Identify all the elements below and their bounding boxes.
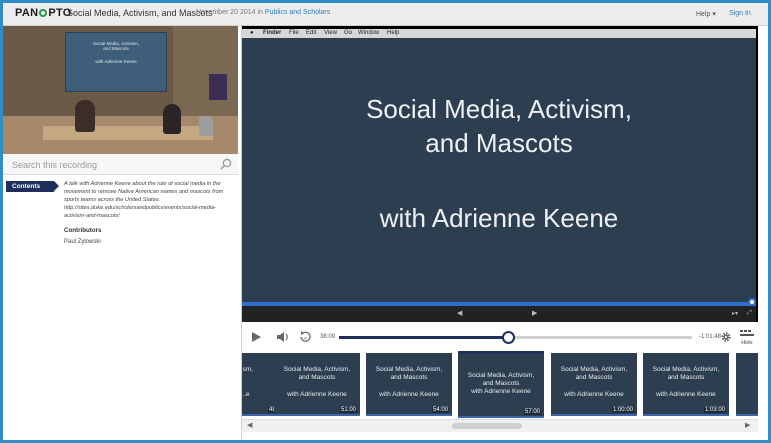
seek-bar-knob[interactable] <box>502 331 516 344</box>
menu-window: Window <box>358 30 380 36</box>
speaker-1 <box>75 100 95 132</box>
thumbnail-subtitle: with Adrienne Keene <box>656 391 716 398</box>
thumbnail-time: 57:00 <box>523 409 541 415</box>
thumbnail-title: Social Media, Activism, and Mascots <box>375 366 443 381</box>
recording-date: November 20 2014 in Publics and Scholars <box>196 9 330 16</box>
speaker-2 <box>163 104 181 134</box>
thumbnail-time: 51:00 <box>339 407 357 413</box>
thumbnail-subtitle: with Adrienne Keene <box>471 388 531 395</box>
presentation-slide: Social Media, Activism, and Mascots with … <box>242 38 756 302</box>
chair <box>199 116 213 136</box>
scroll-right-icon[interactable]: ▶ <box>745 421 750 429</box>
thumbnail-title: Social Media, Activism, and Mascots <box>467 372 535 387</box>
hide-icon <box>740 330 754 336</box>
room-wall-right <box>173 26 238 118</box>
menu-help: Help <box>387 30 400 36</box>
search-icon[interactable] <box>220 158 232 170</box>
scroll-left-icon[interactable]: ◀ <box>247 421 252 429</box>
slide-thumbnail[interactable]: Social Media, Activism, and Mascots with A… <box>643 353 729 416</box>
rewind-icon[interactable]: 10 <box>298 330 312 344</box>
thumbnail-scrollbar[interactable]: ◀ ▶ <box>242 419 758 432</box>
slide-prev-icon[interactable]: ◀ <box>457 309 462 317</box>
thumbnail-bar <box>458 416 544 418</box>
left-pane: Social Media, Activism, and Mascots with … <box>3 26 242 440</box>
volume-icon[interactable] <box>276 331 290 343</box>
gear-icon[interactable] <box>720 331 732 343</box>
slide-nav-strip <box>242 306 756 322</box>
projector-text-1: Social Media, Activism, and Mascots <box>92 41 139 51</box>
menu-go: Go <box>344 30 353 36</box>
player-controls: 10 38:09 -1:01:48 Hide <box>242 325 758 351</box>
contributor-name: Paul Zylowski <box>64 239 101 245</box>
thumbnail-bar <box>274 414 360 416</box>
thumbnail-subtitle: with Adrienne Keene <box>287 391 347 398</box>
logo-text-start: PAN <box>15 7 39 19</box>
thumbnail-time: 1:03:00 <box>703 407 726 413</box>
current-time: 38:09 <box>320 334 336 340</box>
thumbnail-subtitle: with Adrienne Keene <box>379 391 439 398</box>
thumbnail-title: Social Media, Activism, and Mascots <box>652 366 720 381</box>
slide-thumbnail[interactable]: Soci wi <box>736 353 758 416</box>
menu-edit: Edit <box>306 30 317 36</box>
slide-fullscreen-icon[interactable]: ⤢ <box>747 310 752 317</box>
tab-contents[interactable]: Contents <box>6 181 59 192</box>
projector-screen: Social Media, Activism, and Mascots with … <box>65 32 167 92</box>
seek-bar-fill <box>339 336 509 339</box>
play-icon[interactable] <box>252 332 261 342</box>
slide-thumbnail[interactable]: Social Media, Activism, and Mascots with A… <box>366 353 452 416</box>
app-window: PAN PTO Social Media, Activism, and Masco… <box>0 0 771 443</box>
sign-in-link[interactable]: Sign In <box>729 10 751 17</box>
banner <box>209 74 227 100</box>
slide-subtitle: with Adrienne Keene <box>379 203 619 233</box>
folder-link[interactable]: Publics and Scholars <box>265 9 330 16</box>
apple-icon: ● <box>250 30 254 36</box>
svg-text:10: 10 <box>303 336 308 341</box>
thumbnail-time: 54:00 <box>431 407 449 413</box>
thumbnail-title: Social Media, Activism, and Mascots <box>283 366 351 381</box>
contributors-heading: Contributors <box>64 227 102 234</box>
recording-description: A talk with Adrienne Keene about the rol… <box>64 181 224 219</box>
main-area: ● Finder File Edit View Go Window Help S… <box>242 26 768 440</box>
thumbnail-title: Soci <box>736 366 758 374</box>
thumbnail-bar <box>736 414 758 416</box>
search-input[interactable] <box>10 157 209 173</box>
thumbnail-bar <box>366 414 452 416</box>
menu-view: View <box>324 30 337 36</box>
scrollbar-thumb[interactable] <box>452 423 522 429</box>
thumbnail-time: 1:00:00 <box>611 407 634 413</box>
recording-title: Social Media, Activism, and Mascots <box>67 8 213 18</box>
slide-thumbnail[interactable]: Social Media, Activism, and Mascots with A… <box>458 351 544 418</box>
menu-finder: Finder <box>263 30 282 36</box>
remaining-time: -1:01:48 <box>699 334 722 340</box>
date-text: November 20 2014 in <box>196 9 263 16</box>
panopto-logo[interactable]: PAN PTO <box>15 7 72 19</box>
slide-thumbnail[interactable]: Social Media, Activism, and Mascots with A… <box>551 353 637 416</box>
help-menu[interactable]: Help ▾ <box>696 10 716 18</box>
thumbnail-bar <box>643 414 729 416</box>
secondary-video[interactable]: Social Media, Activism, and Mascots with … <box>3 26 238 154</box>
thumbnail-subtitle: with Adrienne Keene <box>564 391 624 398</box>
logo-o-icon <box>39 9 48 17</box>
primary-video[interactable]: ● Finder File Edit View Go Window Help S… <box>242 26 758 322</box>
hide-thumbnails-button[interactable]: Hide <box>738 328 756 348</box>
slide-title: Social Media, Activism, and Mascots <box>366 94 632 158</box>
slide-next-icon[interactable]: ▶ <box>532 309 537 317</box>
desk <box>43 126 213 140</box>
mac-menu-bar: ● Finder File Edit View Go Window Help <box>242 29 756 38</box>
search-bar <box>3 154 238 175</box>
hide-label: Hide <box>741 340 753 346</box>
top-bar: PAN PTO Social Media, Activism, and Masco… <box>3 3 768 26</box>
projector-text-2: with Adrienne Keene <box>95 59 137 64</box>
slide-progress-knob[interactable] <box>748 298 756 306</box>
menu-file: File <box>289 30 299 36</box>
thumbnail-bar <box>551 414 637 416</box>
thumbnail-strip: ...sm,...e48:00Social Media, Activism,an… <box>242 351 758 419</box>
thumbnail-subtitle: wi <box>736 391 758 398</box>
thumbnail-title: Social Media, Activism, and Mascots <box>560 366 628 381</box>
seek-bar[interactable] <box>339 331 692 344</box>
slide-thumbnail[interactable]: Social Media, Activism, and Mascots with A… <box>274 353 360 416</box>
slide-settings-icon[interactable]: ▸▾ <box>732 310 738 317</box>
